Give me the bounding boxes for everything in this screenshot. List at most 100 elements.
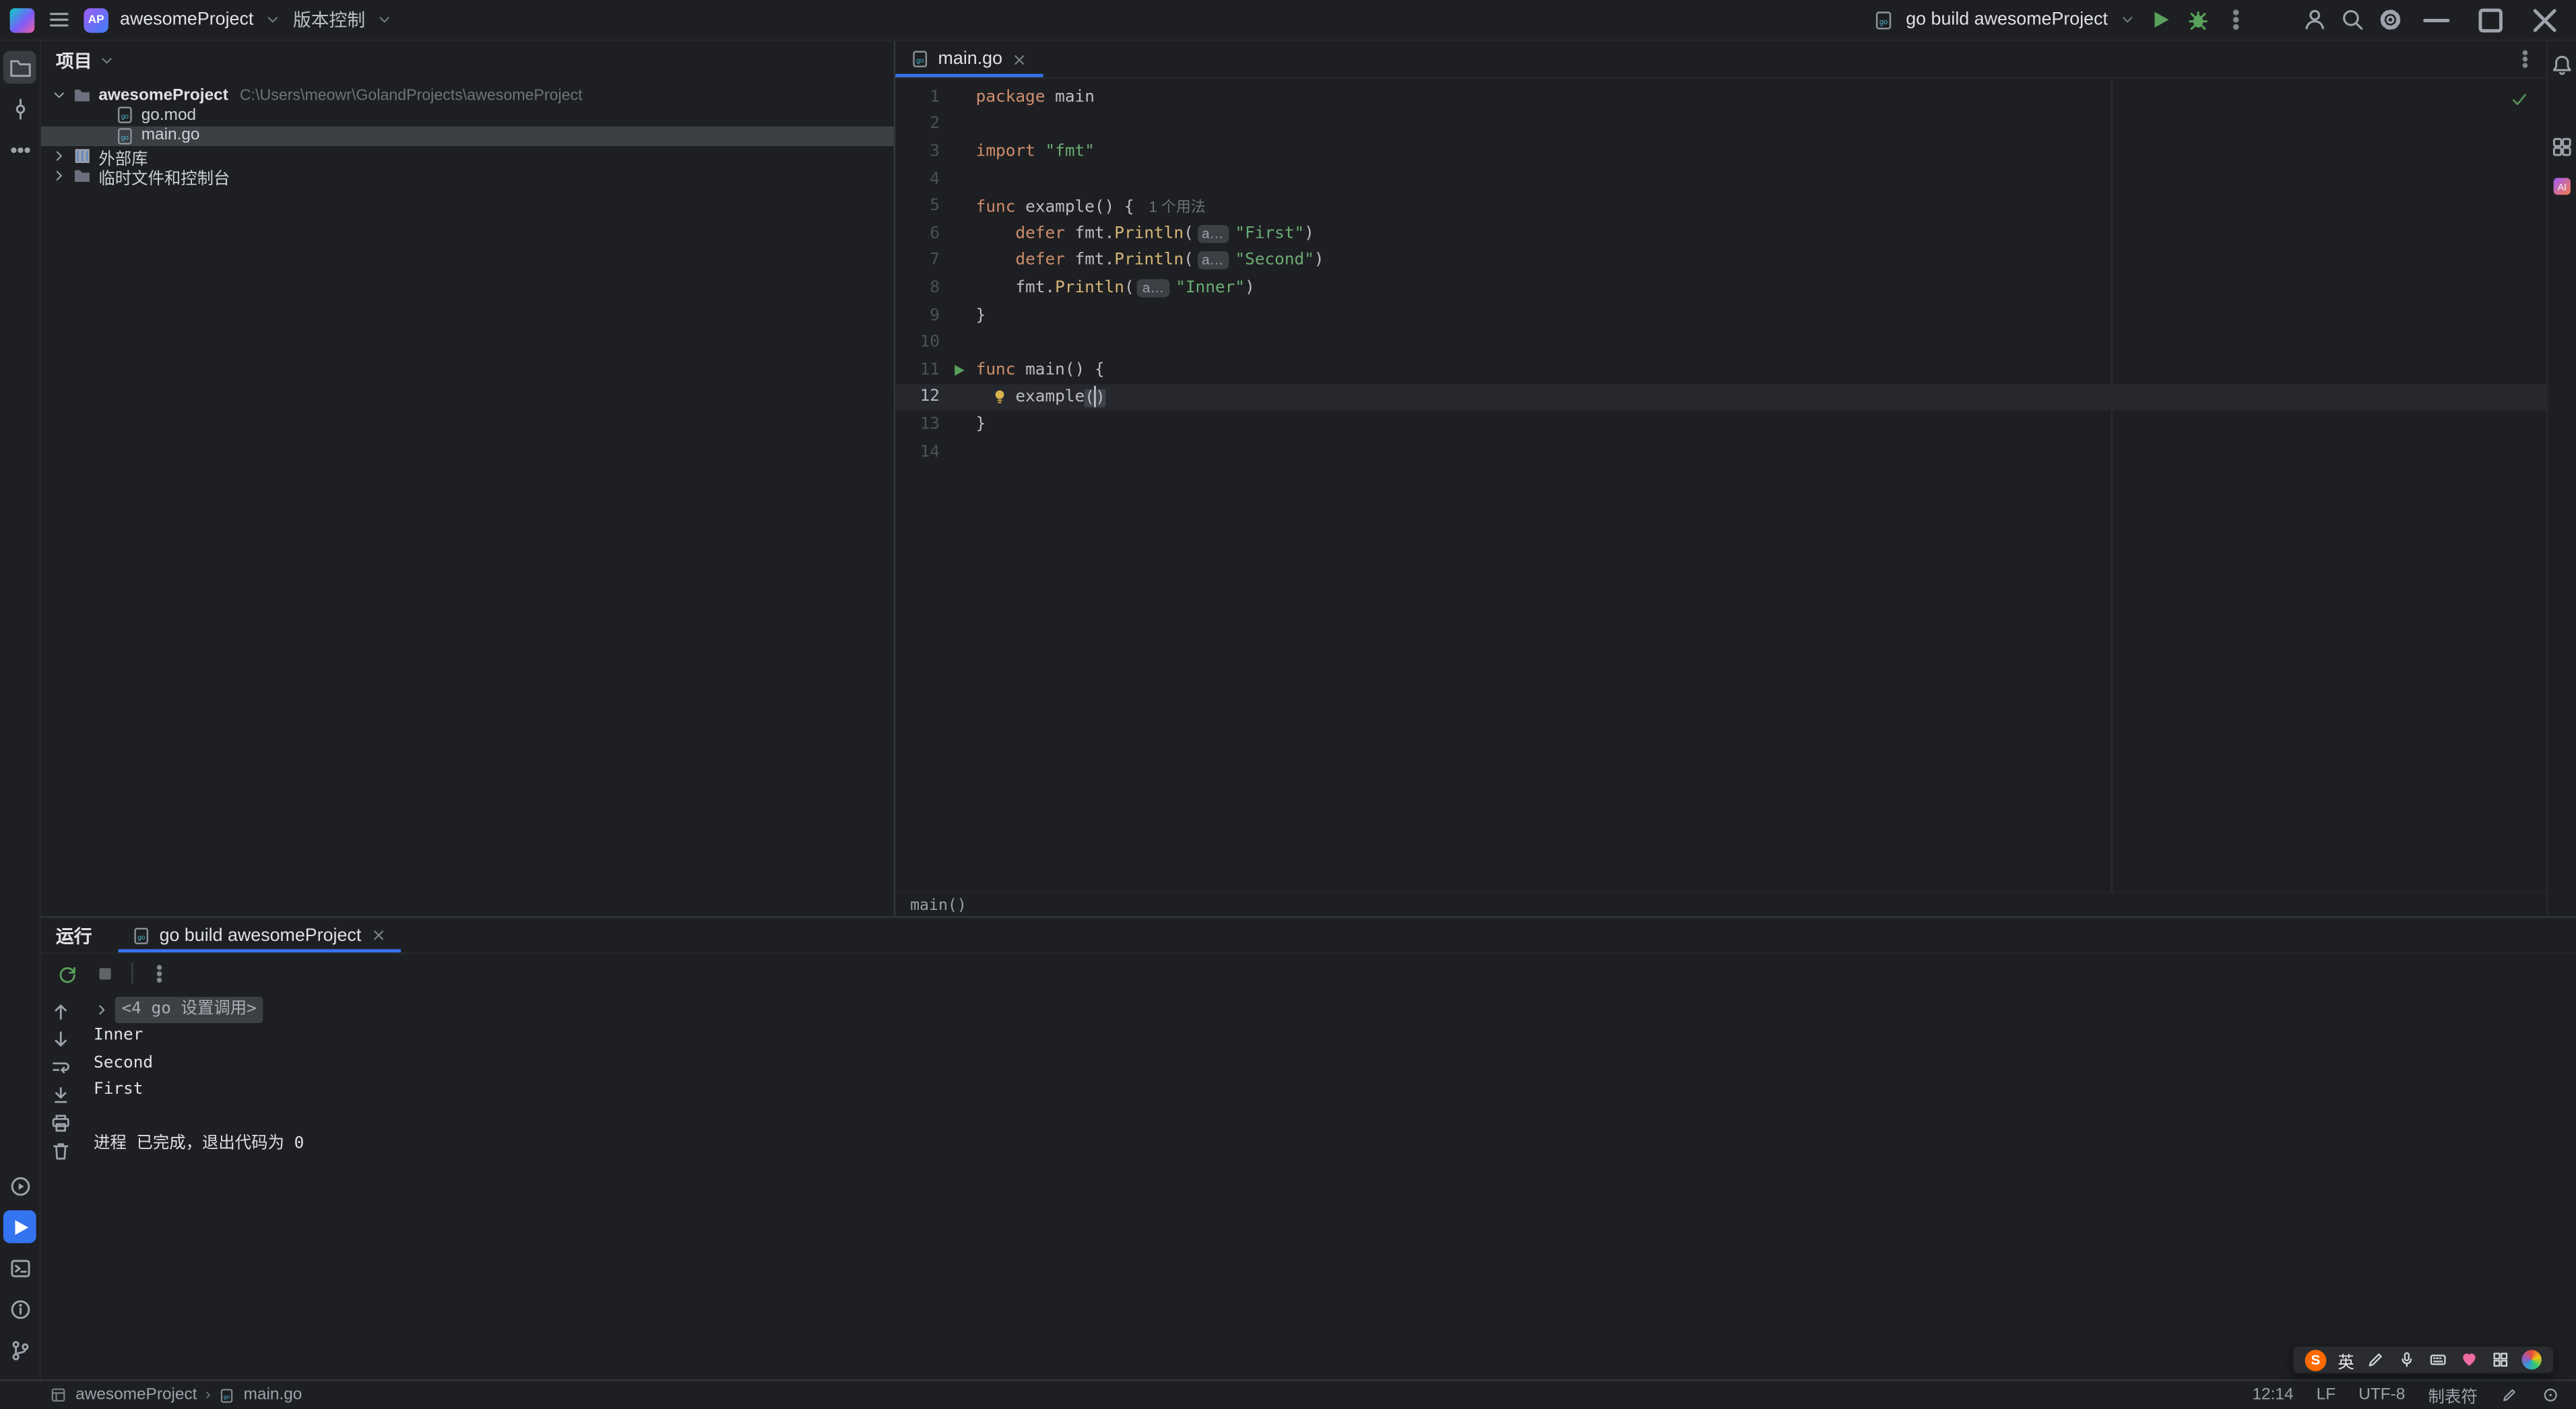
breadcrumb-scope[interactable]: main() xyxy=(910,896,967,914)
intention-bulb-icon[interactable] xyxy=(991,387,1009,405)
database-tool-icon[interactable] xyxy=(2549,133,2575,159)
minimize-button[interactable] xyxy=(2415,0,2457,40)
folded-command[interactable]: <4 go 设置调用> xyxy=(115,996,263,1024)
line-number[interactable]: 6 xyxy=(895,224,940,242)
code-line-4[interactable]: 4 xyxy=(895,166,2546,193)
chevron-down-icon[interactable] xyxy=(2119,11,2135,28)
fold-chevron-icon[interactable] xyxy=(94,1002,110,1018)
ime-grid-icon[interactable] xyxy=(2490,1350,2510,1369)
line-number[interactable]: 13 xyxy=(895,416,940,434)
problems-tool-icon[interactable] xyxy=(3,1292,36,1325)
scroll-down-button[interactable] xyxy=(49,1028,72,1051)
code-line-8[interactable]: 8 fmt.Println(a… "Inner") xyxy=(895,275,2546,302)
terminal-tool-icon[interactable] xyxy=(3,1251,36,1284)
ime-keyboard-icon[interactable] xyxy=(2428,1350,2448,1369)
tree-item-go-mod[interactable]: go go.mod xyxy=(41,106,894,126)
tab-main-go[interactable]: go main.go xyxy=(895,41,1044,77)
code-line-14[interactable]: 14 xyxy=(895,438,2546,465)
commit-tool-icon[interactable] xyxy=(3,92,36,125)
line-number[interactable]: 1 xyxy=(895,88,940,106)
project-tool-icon[interactable] xyxy=(3,51,36,84)
ime-mic-icon[interactable] xyxy=(2397,1350,2416,1369)
line-number[interactable]: 8 xyxy=(895,279,940,297)
run-tool-icon[interactable] xyxy=(3,1210,36,1243)
run-config-selector[interactable]: go build awesomeProject xyxy=(1906,10,2108,30)
line-number[interactable]: 10 xyxy=(895,333,940,352)
run-line-icon[interactable] xyxy=(940,360,976,380)
ime-language-mode[interactable]: 英 xyxy=(2338,1348,2354,1372)
soft-wrap-button[interactable] xyxy=(49,1056,72,1079)
cursor-position[interactable]: 12:14 xyxy=(2252,1386,2293,1404)
code-line-13[interactable]: 13} xyxy=(895,411,2546,438)
search-icon[interactable] xyxy=(2340,7,2366,33)
ime-emoji-icon[interactable] xyxy=(2459,1350,2479,1369)
code-line-5[interactable]: 5 func example() {1 个用法 xyxy=(895,193,2546,220)
more-tool-windows-icon[interactable] xyxy=(3,133,36,166)
line-number[interactable]: 12 xyxy=(895,388,940,406)
print-button[interactable] xyxy=(49,1112,72,1135)
chevron-right-icon[interactable] xyxy=(49,166,69,186)
chevron-down-icon[interactable] xyxy=(98,53,115,69)
tree-item-scratches-consoles[interactable]: 临时文件和控制台 xyxy=(41,166,894,189)
scroll-to-end-button[interactable] xyxy=(49,1084,72,1107)
vcs-menu[interactable]: 版本控制 xyxy=(293,7,365,33)
tree-item-main-go[interactable]: go main.go xyxy=(40,125,894,146)
notifications-bell-icon[interactable] xyxy=(2549,51,2575,77)
ime-lang-ball-icon[interactable] xyxy=(2521,1350,2542,1370)
close-run-tab-icon[interactable] xyxy=(370,926,388,944)
code-line-6[interactable]: 6 defer fmt.Println(a… "First") xyxy=(895,220,2546,247)
rerun-button[interactable] xyxy=(56,962,79,985)
run-more-options-icon[interactable] xyxy=(148,962,170,985)
sogou-logo-icon[interactable]: S xyxy=(2305,1348,2327,1371)
line-number[interactable]: 4 xyxy=(895,170,940,189)
code-line-12[interactable]: 12 example() xyxy=(895,383,2547,411)
more-actions-icon[interactable] xyxy=(2223,7,2249,33)
tab-options-icon[interactable] xyxy=(2513,48,2536,71)
line-number[interactable]: 9 xyxy=(895,306,940,325)
indent-style[interactable]: 制表符 xyxy=(2428,1383,2478,1408)
line-ending[interactable]: LF xyxy=(2317,1386,2336,1404)
file-encoding[interactable]: UTF-8 xyxy=(2358,1386,2405,1404)
code-line-9[interactable]: 9} xyxy=(895,302,2546,329)
debug-button[interactable] xyxy=(2185,7,2212,33)
line-number[interactable]: 3 xyxy=(895,143,940,161)
code-area[interactable]: 1 package main 2 3 import "fmt" 4 5 func exampl… xyxy=(895,79,2547,892)
line-number[interactable]: 14 xyxy=(895,443,940,461)
statusbar-file[interactable]: main.go xyxy=(244,1386,302,1404)
code-line-10[interactable]: 10 xyxy=(895,329,2546,356)
ai-assistant-icon[interactable]: AI xyxy=(2549,172,2575,199)
console-output[interactable]: <4 go 设置调用> Inner Second First 进程 已完成，退出代码为 … xyxy=(81,992,2576,1379)
project-panel-header[interactable]: 项目 xyxy=(41,41,894,81)
git-tool-icon[interactable] xyxy=(3,1334,36,1367)
line-number[interactable]: 2 xyxy=(895,116,940,134)
maximize-button[interactable] xyxy=(2470,0,2512,40)
run-tool-window-title[interactable]: 运行 xyxy=(56,918,92,952)
main-menu-icon[interactable] xyxy=(46,7,72,33)
code-line-7[interactable]: 7 defer fmt.Println(a… "Second") xyxy=(895,247,2546,274)
line-number[interactable]: 7 xyxy=(895,252,940,270)
tree-item-external-libraries[interactable]: 外部库 xyxy=(41,146,894,168)
breadcrumb[interactable]: main() xyxy=(895,891,2547,917)
services-tool-icon[interactable] xyxy=(3,1169,36,1202)
inspections-ok-icon[interactable] xyxy=(2509,89,2530,110)
close-tab-icon[interactable] xyxy=(1010,50,1029,68)
project-name[interactable]: awesomeProject xyxy=(120,10,253,30)
clear-console-button[interactable] xyxy=(49,1140,72,1162)
close-button[interactable] xyxy=(2523,0,2566,40)
run-tab-go-build[interactable]: go go build awesomeProject xyxy=(118,918,401,953)
line-number[interactable]: 11 xyxy=(895,361,940,379)
user-icon[interactable] xyxy=(2302,7,2328,33)
scroll-up-button[interactable] xyxy=(49,1000,72,1023)
notifications-icon[interactable] xyxy=(2542,1386,2560,1404)
statusbar-module[interactable]: awesomeProject xyxy=(75,1386,197,1404)
tree-item-awesome-project-root[interactable]: awesomeProject C:\Users\meowr\GolandProje… xyxy=(41,86,894,106)
code-line-3[interactable]: 3 import "fmt" xyxy=(895,138,2546,165)
ime-pen-icon[interactable] xyxy=(2366,1350,2385,1369)
chevron-right-icon[interactable] xyxy=(49,146,69,166)
run-button[interactable] xyxy=(2148,7,2174,33)
stop-button[interactable] xyxy=(94,962,117,985)
settings-icon[interactable] xyxy=(2377,7,2404,33)
code-line-1[interactable]: 1 package main xyxy=(895,84,2546,110)
project-badge[interactable]: AP xyxy=(84,7,108,32)
chevron-down-icon[interactable] xyxy=(49,86,69,105)
